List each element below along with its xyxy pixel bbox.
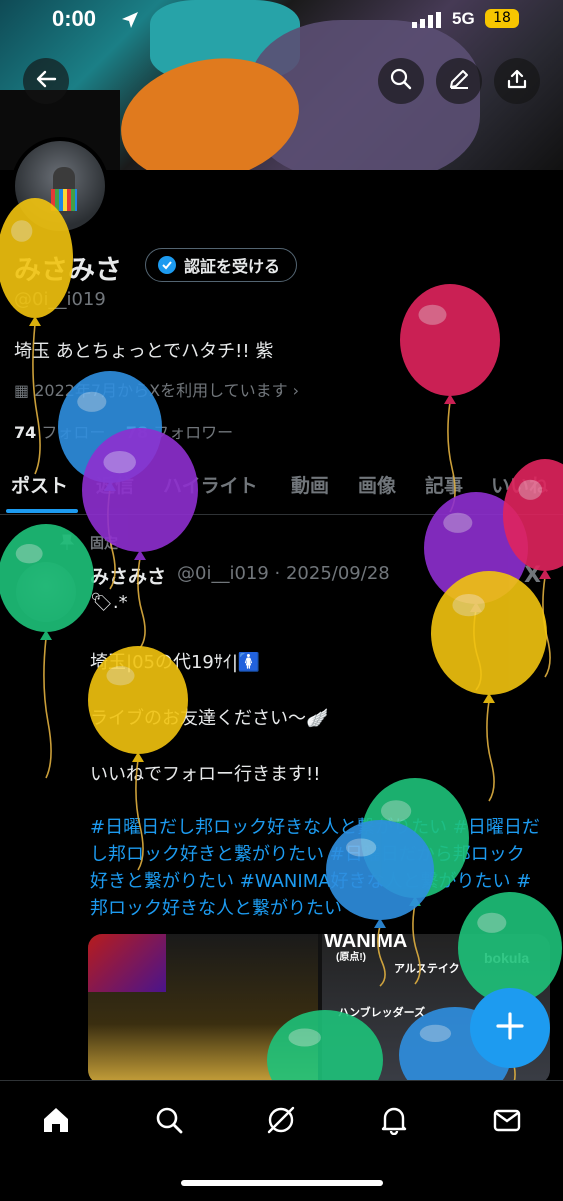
home-icon[interactable]	[39, 1103, 73, 1137]
compose-button[interactable]	[470, 988, 550, 1068]
tab-images[interactable]: 画像	[358, 471, 396, 498]
home-indicator	[181, 1180, 383, 1186]
media-label-artist-2: ハンブレッダーズ	[338, 1007, 426, 1019]
bell-icon[interactable]	[377, 1103, 411, 1137]
battery-indicator: 18	[485, 9, 519, 28]
tab-videos[interactable]: 動画	[291, 471, 329, 498]
post-line-4: いいねでフォロー行きます!!	[90, 764, 321, 785]
post-line-1: 🏷.*	[90, 592, 128, 613]
location-arrow-icon	[120, 10, 140, 34]
followers-count: 78	[125, 423, 148, 442]
follow-stats: 74 フォロー 78 フォロワー	[14, 419, 233, 443]
following-count: 74	[14, 423, 37, 442]
joined-date: 2022年7月からXを利用しています	[34, 381, 288, 400]
media-label-wanima-sub: (原点!)	[336, 952, 366, 963]
calendar-icon: ▦	[14, 381, 35, 400]
search-button[interactable]	[378, 58, 424, 104]
search-icon	[390, 68, 412, 94]
post-meta: @0i__i019 · 2025/09/28	[177, 563, 390, 584]
avatar[interactable]	[11, 137, 109, 235]
post-avatar[interactable]	[16, 562, 76, 622]
profile-handle: @0i__i019	[14, 289, 106, 310]
tab-likes[interactable]: いいね	[491, 471, 548, 498]
profile-tabs: ポスト 返信 ハイライト 動画 画像 記事 いいね	[0, 462, 563, 515]
balloon	[431, 571, 547, 802]
post-line-3: ライブのお友達ください〜🪽	[90, 708, 329, 729]
tab-articles[interactable]: 記事	[425, 471, 463, 498]
mail-icon[interactable]	[490, 1103, 524, 1137]
following-link[interactable]: 74 フォロー	[14, 423, 105, 442]
signal-icon	[412, 12, 442, 32]
media-label-artist-1: アルステイク	[394, 963, 460, 975]
media-label-artist-3: bokula	[484, 950, 530, 966]
pinned-label: 固定	[90, 536, 118, 552]
balloon	[424, 492, 528, 691]
tab-posts[interactable]: ポスト	[11, 471, 68, 498]
share-button[interactable]	[494, 58, 540, 104]
x-logo-icon: X	[524, 563, 541, 588]
get-verified-button[interactable]: 認証を受ける	[145, 248, 298, 282]
post-hashtags[interactable]: #日曜日だし邦ロック好きな人と繋がりたい #日曜日だし邦ロック好きと繋がりたい …	[90, 814, 540, 922]
back-button[interactable]	[23, 58, 69, 104]
post-line-2: 埼玉|05の代19ｻｲ|🚺	[90, 652, 261, 673]
pencil-icon	[448, 68, 470, 94]
arrow-left-icon	[35, 68, 57, 94]
get-verified-label: 認証を受ける	[184, 257, 281, 276]
tab-replies[interactable]: 返信	[96, 471, 134, 498]
profile-bio: 埼玉 あとちょっとでハタチ!! 紫	[14, 341, 274, 362]
network-type: 5G	[452, 9, 475, 28]
edit-button[interactable]	[436, 58, 482, 104]
following-label: フォロー	[41, 423, 106, 442]
profile-name: みさみさ	[14, 255, 122, 286]
followers-label: フォロワー	[153, 423, 234, 442]
tab-highlights[interactable]: ハイライト	[163, 471, 258, 498]
chevron-right-icon: ›	[287, 381, 300, 400]
verified-badge-icon	[158, 256, 176, 274]
pin-icon	[59, 534, 75, 554]
grok-icon[interactable]	[264, 1103, 298, 1137]
share-icon	[506, 68, 528, 94]
joined-date-link[interactable]: ▦ 2022年7月からXを利用しています ›	[14, 377, 299, 401]
search-icon[interactable]	[152, 1103, 186, 1137]
status-time: 0:00	[52, 6, 97, 31]
followers-link[interactable]: 78 フォロワー	[126, 423, 233, 442]
plus-icon	[495, 1011, 525, 1045]
post-author-name[interactable]: みさみさ	[90, 562, 166, 589]
active-tab-indicator	[6, 509, 78, 513]
